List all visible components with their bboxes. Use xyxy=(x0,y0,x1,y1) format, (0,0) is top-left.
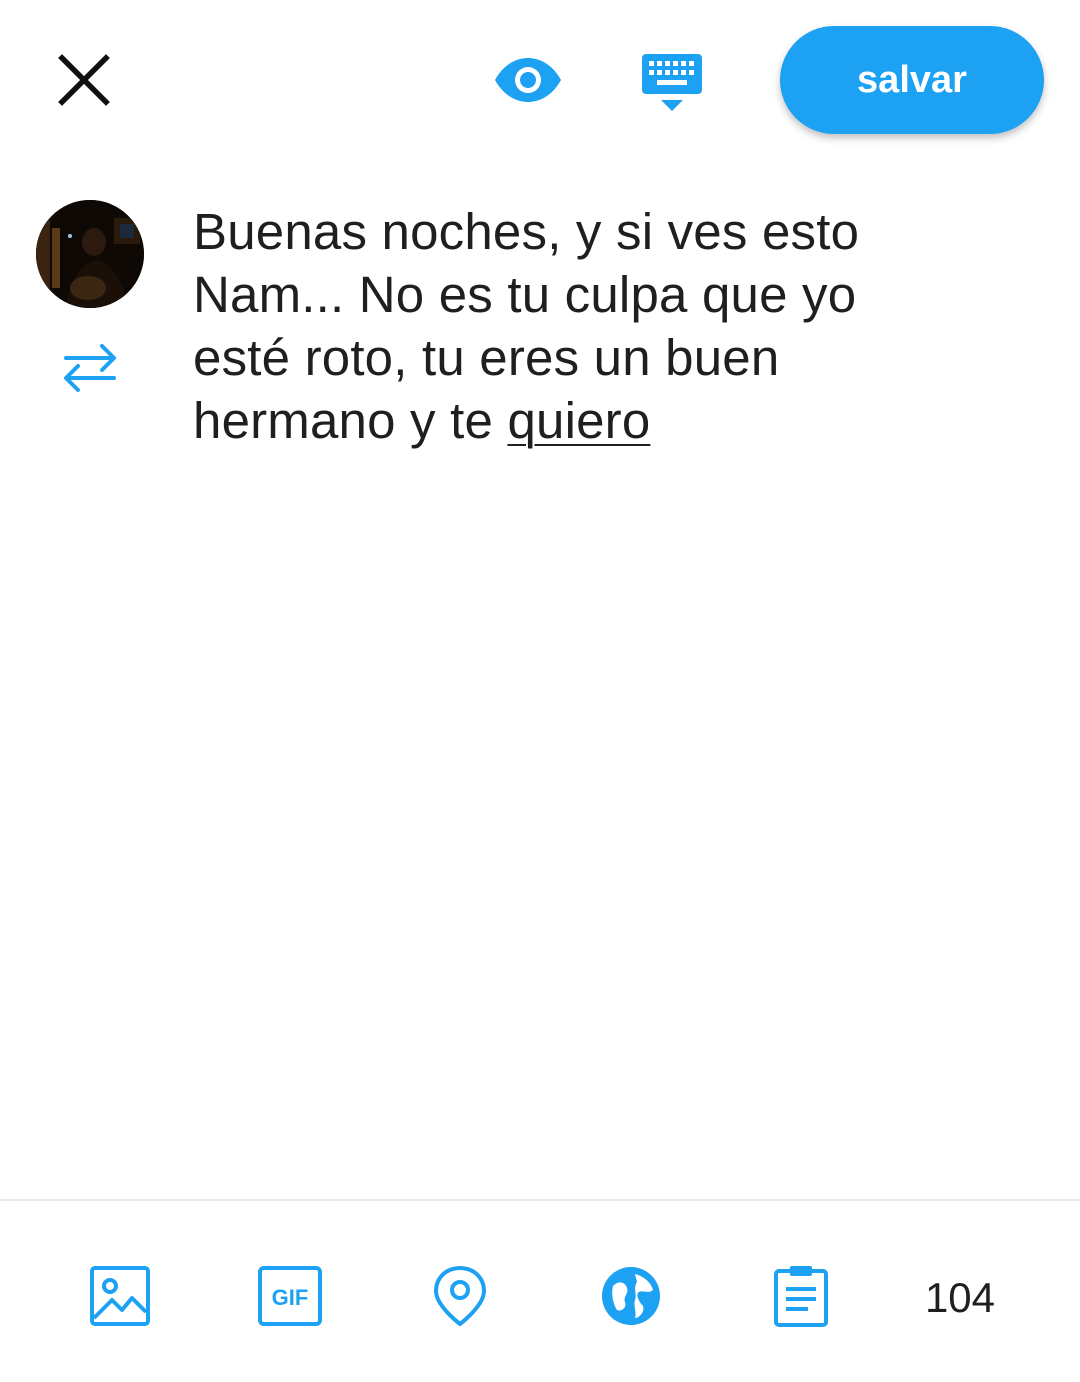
user-avatar xyxy=(36,200,144,308)
save-button[interactable]: salvar xyxy=(780,26,1044,134)
toolbar-divider xyxy=(0,1199,1080,1201)
drafts-button[interactable] xyxy=(767,1262,835,1330)
hide-keyboard-button[interactable] xyxy=(636,46,708,118)
add-location-button[interactable] xyxy=(426,1262,494,1330)
gif-label: GIF xyxy=(272,1285,309,1310)
gif-icon: GIF xyxy=(258,1266,322,1326)
thread-swap-button[interactable] xyxy=(60,338,120,398)
avatar[interactable] xyxy=(36,200,144,308)
tweet-text-underlined-word: quiero xyxy=(507,392,651,449)
swap-arrows-icon xyxy=(64,344,116,392)
preview-button[interactable] xyxy=(490,48,566,112)
tweet-editor-screen: salvar Buenas noches, y si ves esto Nam.… xyxy=(0,0,1080,1382)
image-icon xyxy=(90,1266,150,1326)
globe-icon xyxy=(602,1267,660,1325)
close-icon xyxy=(58,54,110,106)
audience-button[interactable] xyxy=(597,1262,665,1330)
keyboard-hide-icon xyxy=(642,54,702,111)
tweet-text-input[interactable]: Buenas noches, y si ves esto Nam... No e… xyxy=(193,200,953,452)
eye-icon xyxy=(495,58,561,102)
close-button[interactable] xyxy=(52,48,116,112)
add-gif-button[interactable]: GIF xyxy=(256,1262,324,1330)
clipboard-icon xyxy=(774,1266,828,1327)
character-count: 104 xyxy=(924,1274,996,1321)
add-image-button[interactable] xyxy=(86,1262,154,1330)
location-pin-icon xyxy=(434,1266,486,1326)
